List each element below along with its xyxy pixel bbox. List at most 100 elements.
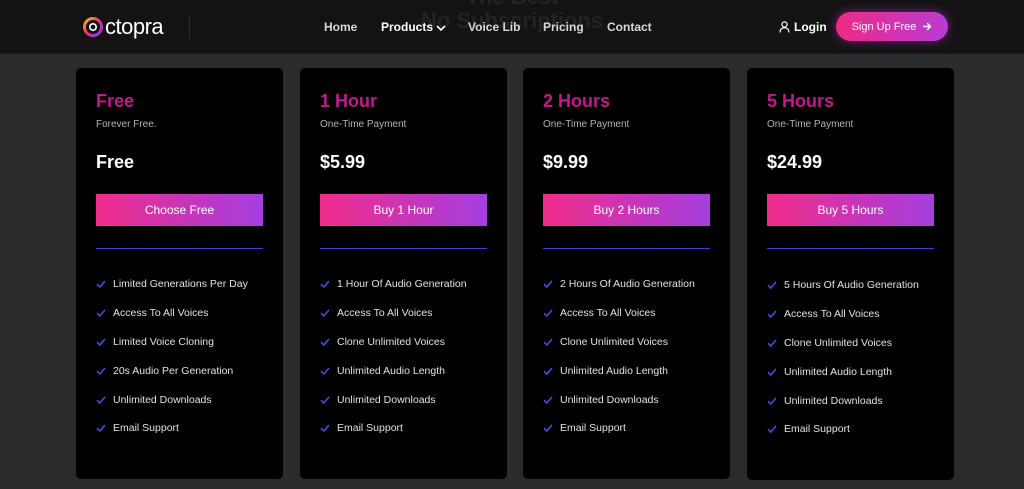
nav-pricing[interactable]: Pricing	[543, 19, 584, 35]
check-icon	[320, 424, 330, 433]
sign-up-button[interactable]: Sign Up Free	[836, 12, 948, 41]
check-icon	[320, 396, 330, 404]
feature-item: Limited Voice Cloning	[96, 328, 248, 357]
feature-item: Unlimited Downloads	[320, 385, 467, 414]
feature-text: Clone Unlimited Voices	[560, 335, 668, 348]
feature-item: Clone Unlimited Voices	[767, 329, 919, 358]
feature-item: Unlimited Audio Length	[320, 356, 467, 385]
nav-products-label: Products	[381, 20, 434, 34]
feature-text: Access To All Voices	[337, 307, 433, 320]
check-icon	[96, 424, 106, 433]
feature-text: 20s Audio Per Generation	[113, 364, 234, 377]
check-icon	[543, 367, 553, 375]
plan-card-free: Free Forever Free. Free Choose Free Limi…	[76, 68, 283, 479]
check-icon	[767, 310, 777, 319]
nav-products[interactable]: Products	[381, 19, 446, 35]
login-label: Login	[794, 20, 827, 34]
check-icon	[767, 368, 777, 376]
feature-text: 1 Hour Of Audio Generation	[337, 278, 467, 291]
check-icon	[767, 281, 777, 290]
feature-item: Unlimited Downloads	[543, 385, 695, 414]
feature-text: Limited Generations Per Day	[113, 278, 248, 291]
feature-item: Limited Generations Per Day	[96, 270, 248, 299]
feature-text: Access To All Voices	[113, 307, 209, 320]
check-icon	[543, 338, 553, 347]
feature-text: Unlimited Downloads	[784, 394, 883, 407]
plan-card-5-hours: 5 Hours One-Time Payment $24.99 Buy 5 Ho…	[747, 68, 954, 480]
check-icon	[767, 339, 777, 348]
plan-divider	[320, 248, 487, 249]
check-icon	[543, 396, 553, 404]
plan-divider	[767, 248, 934, 249]
brand-logo[interactable]: ctopra	[82, 14, 164, 40]
feature-list: 2 Hours Of Audio Generation Access To Al…	[543, 270, 695, 443]
check-icon	[320, 338, 330, 347]
feature-item: Access To All Voices	[767, 300, 919, 329]
nav-voice-lib[interactable]: Voice Lib	[468, 19, 520, 35]
feature-text: Access To All Voices	[784, 308, 880, 321]
feature-text: Limited Voice Cloning	[113, 335, 214, 348]
plan-subtitle: One-Time Payment	[543, 119, 630, 130]
feature-text: Clone Unlimited Voices	[337, 335, 445, 348]
nav-home[interactable]: Home	[324, 19, 357, 35]
check-icon	[543, 309, 553, 318]
check-icon	[543, 280, 553, 289]
chevron-down-icon	[436, 25, 446, 31]
plan-divider	[543, 248, 710, 249]
plan-name: 5 Hours	[767, 91, 835, 111]
feature-item: Unlimited Downloads	[96, 385, 248, 414]
user-icon	[779, 21, 790, 33]
check-icon	[320, 309, 330, 318]
check-icon	[96, 309, 106, 318]
plan-price: $5.99	[320, 152, 366, 172]
buy-1-hour-button[interactable]: Buy 1 Hour	[320, 194, 487, 226]
plan-subtitle: One-Time Payment	[767, 119, 854, 130]
buy-2-hours-button[interactable]: Buy 2 Hours	[543, 194, 710, 226]
plan-card-1-hour: 1 Hour One-Time Payment $5.99 Buy 1 Hour…	[300, 68, 507, 479]
sign-up-label: Sign Up Free	[851, 20, 917, 33]
brand-logo-icon	[83, 17, 103, 37]
plan-name: 1 Hour	[320, 91, 378, 111]
feature-item: Email Support	[543, 414, 695, 443]
feature-item: 20s Audio Per Generation	[96, 356, 248, 385]
feature-item: Access To All Voices	[320, 299, 467, 328]
feature-list: Limited Generations Per Day Access To Al…	[96, 270, 248, 443]
feature-item: Email Support	[767, 415, 919, 444]
feature-text: Email Support	[784, 423, 850, 436]
check-icon	[767, 425, 777, 434]
buy-5-hours-button[interactable]: Buy 5 Hours	[767, 194, 934, 226]
header-divider	[189, 15, 190, 39]
check-icon	[96, 367, 106, 375]
feature-text: Unlimited Downloads	[113, 393, 212, 406]
feature-item: 2 Hours Of Audio Generation	[543, 270, 695, 299]
feature-item: Unlimited Audio Length	[543, 356, 695, 385]
feature-item: 5 Hours Of Audio Generation	[767, 271, 919, 300]
plan-price: $9.99	[543, 152, 589, 172]
check-icon	[767, 397, 777, 405]
brand-name: ctopra	[105, 14, 164, 39]
check-icon	[96, 338, 106, 347]
top-navbar: The Best No Subscriptions ctopra Home Pr…	[0, 0, 1024, 54]
check-icon	[96, 396, 106, 404]
check-icon	[543, 424, 553, 433]
plan-subtitle: One-Time Payment	[320, 119, 407, 130]
plan-card-2-hours: 2 Hours One-Time Payment $9.99 Buy 2 Hou…	[523, 68, 730, 479]
feature-list: 1 Hour Of Audio Generation Access To All…	[320, 270, 467, 443]
feature-item: Access To All Voices	[96, 299, 248, 328]
login-link[interactable]: Login	[779, 19, 827, 35]
plan-subtitle: Forever Free.	[96, 119, 157, 130]
nav-contact[interactable]: Contact	[607, 19, 652, 35]
check-icon	[96, 280, 106, 289]
feature-text: Clone Unlimited Voices	[784, 336, 892, 349]
plan-price: Free	[96, 152, 135, 172]
feature-text: Email Support	[113, 422, 179, 435]
feature-text: Unlimited Audio Length	[784, 365, 892, 378]
feature-text: 2 Hours Of Audio Generation	[560, 278, 695, 291]
choose-free-button[interactable]: Choose Free	[96, 194, 263, 226]
feature-item: 1 Hour Of Audio Generation	[320, 270, 467, 299]
arrow-right-icon	[923, 22, 932, 31]
feature-text: Unlimited Downloads	[560, 393, 659, 406]
feature-list: 5 Hours Of Audio Generation Access To Al…	[767, 271, 919, 444]
feature-item: Clone Unlimited Voices	[543, 328, 695, 357]
feature-text: Email Support	[337, 422, 403, 435]
